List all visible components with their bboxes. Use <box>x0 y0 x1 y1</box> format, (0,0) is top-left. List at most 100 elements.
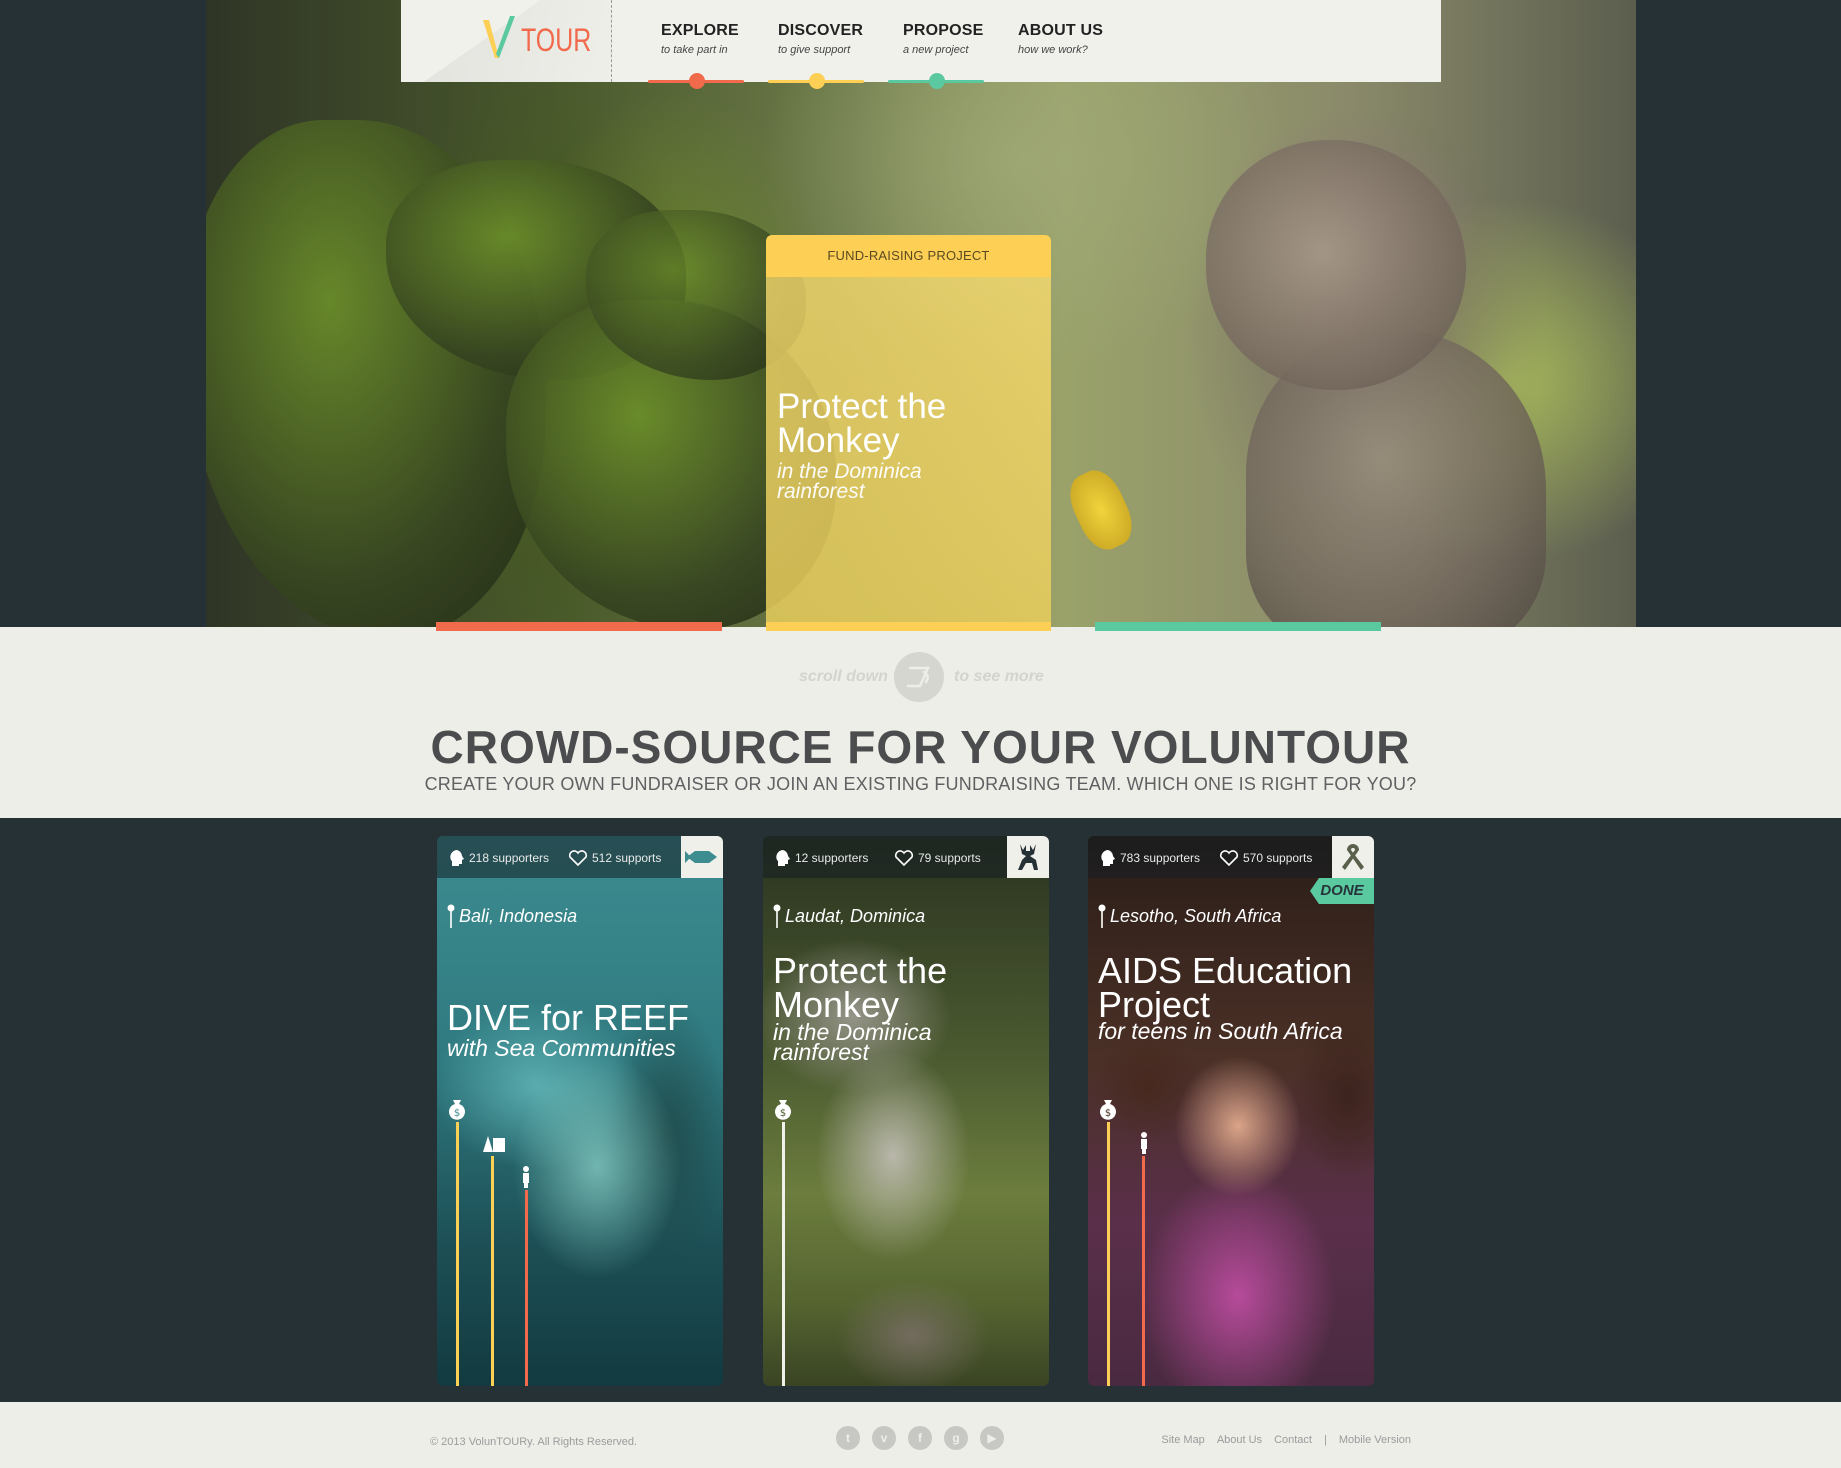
card-subtitle: in the Dominica rainforest <box>773 1019 932 1065</box>
nav-explore-title: EXPLORE <box>661 22 739 39</box>
logo-v-icon <box>483 16 515 58</box>
deer-icon <box>1007 836 1049 878</box>
card-title: DIVE for REEF <box>447 997 690 1038</box>
card-title: Protect the Monkey <box>773 950 948 1025</box>
supports-stat: 512 supports <box>568 849 661 867</box>
volunteer-timeline <box>525 1190 528 1386</box>
volunteer-timeline <box>1142 1156 1145 1386</box>
nav-explore-dot <box>689 73 705 89</box>
supplies-icon <box>483 1136 505 1152</box>
hero-slide-bar-green[interactable] <box>1095 622 1381 631</box>
pin-icon <box>1098 904 1106 928</box>
card-location: Laudat, Dominica <box>773 904 925 928</box>
person-icon <box>1141 1132 1147 1154</box>
nav-about-sub: how we work? <box>1018 44 1088 56</box>
hero-project-card[interactable]: FUND-RAISING PROJECT Protect the Monkey … <box>766 235 1051 626</box>
footer: © 2013 VolunTOURy. All Rights Reserved. … <box>0 1402 1841 1468</box>
card-stats-bar: 783 supporters 570 supports <box>1088 836 1374 878</box>
fish-icon <box>681 836 723 878</box>
nav-discover-dot <box>809 73 825 89</box>
card-location-text: Bali, Indonesia <box>459 905 578 926</box>
card-subtitle: for teens in South Africa <box>1098 1018 1343 1044</box>
nav-propose-title: PROPOSE <box>903 22 984 39</box>
project-card-aids[interactable]: 783 supporters 570 supports DONE Lesotho… <box>1088 836 1374 1386</box>
project-card-reef[interactable]: 218 supporters 512 supports Bali, Indone… <box>437 836 723 1386</box>
supports-stat: 570 supports <box>1219 849 1312 867</box>
supporters-stat: 12 supporters <box>775 849 868 867</box>
svg-text:$: $ <box>454 1108 460 1119</box>
svg-text:$: $ <box>1105 1108 1111 1119</box>
top-navbar: TOUR EXPLORE to take part in DISCOVER to… <box>401 0 1441 82</box>
nav-discover-title: DISCOVER <box>778 22 864 39</box>
ribbon-icon <box>1332 836 1374 878</box>
google-plus-icon[interactable]: g <box>944 1426 968 1450</box>
hero-card-body: Protect the Monkey in the Dominica rainf… <box>766 277 1051 626</box>
card-location-text: Laudat, Dominica <box>785 905 926 926</box>
nav-discover-sub: to give support <box>778 44 851 56</box>
footer-link-contact[interactable]: Contact <box>1274 1434 1312 1446</box>
nav-propose-dot <box>929 73 945 89</box>
projects-section: 218 supporters 512 supports Bali, Indone… <box>0 818 1841 1402</box>
pin-icon <box>773 904 781 928</box>
nav-propose[interactable]: PROPOSE a new project <box>903 22 984 56</box>
person-icon <box>523 1166 529 1188</box>
section-subheadline: CREATE YOUR OWN FUNDRAISER OR JOIN AN EX… <box>424 774 1417 794</box>
nav-about-title: ABOUT US <box>1018 22 1104 39</box>
card-location: Lesotho, South Africa <box>1098 904 1281 928</box>
funding-timeline <box>456 1122 459 1386</box>
supports-stat: 79 supports <box>894 849 981 867</box>
twitter-icon[interactable]: t <box>836 1426 860 1450</box>
facebook-icon[interactable]: f <box>908 1426 932 1450</box>
supporters-stat: 783 supporters <box>1100 849 1200 867</box>
hero-card-title: Protect the Monkey <box>777 387 947 460</box>
social-links: t v f g ▶ <box>836 1426 1004 1450</box>
funding-timeline <box>1107 1122 1110 1386</box>
supporters-count: 783 supporters <box>1120 851 1201 865</box>
money-bag-icon: $ <box>775 1100 791 1120</box>
hero-card-subtitle: in the Dominica rainforest <box>777 460 922 503</box>
scroll-down-button[interactable] <box>894 652 944 702</box>
scroll-icon <box>906 666 930 688</box>
supports-count: 512 supports <box>592 851 662 865</box>
supporters-count: 218 supporters <box>469 851 550 865</box>
card-stats-bar: 12 supporters 79 supports <box>763 836 1049 878</box>
supporter-head-icon <box>1101 850 1115 866</box>
hero-card-label: FUND-RAISING PROJECT <box>766 235 1051 277</box>
nav-discover[interactable]: DISCOVER to give support <box>778 22 863 56</box>
logo-text: TOUR <box>521 22 592 58</box>
nav-explore[interactable]: EXPLORE to take part in <box>661 22 739 56</box>
card-title: AIDS Education Project <box>1098 950 1353 1025</box>
youtube-icon[interactable]: ▶ <box>980 1426 1004 1450</box>
hero-slide-bar-yellow[interactable] <box>766 622 1051 631</box>
nav-about[interactable]: ABOUT US how we work? <box>1018 22 1103 56</box>
scroll-hint-left: scroll down <box>799 668 888 685</box>
card-location-text: Lesotho, South Africa <box>1110 905 1282 926</box>
money-bag-icon: $ <box>449 1100 465 1120</box>
footer-link-mobile[interactable]: Mobile Version <box>1339 1434 1411 1446</box>
project-card-monkey[interactable]: 12 supporters 79 supports Laudat, Domini… <box>763 836 1049 1386</box>
supports-count: 570 supports <box>1243 851 1313 865</box>
footer-link-about[interactable]: About Us <box>1217 1434 1262 1446</box>
supporters-stat: 218 supporters <box>449 849 549 867</box>
logo[interactable]: TOUR <box>401 0 612 82</box>
scroll-hint: scroll down to see more <box>0 652 1841 704</box>
pin-icon <box>447 904 455 928</box>
vimeo-icon[interactable]: v <box>872 1426 896 1450</box>
nav-propose-sub: a new project <box>903 44 969 56</box>
card-subtitle: with Sea Communities <box>447 1035 676 1061</box>
section-headline: CROWD-SOURCE FOR YOUR VOLUNTOUR <box>430 721 1411 773</box>
supporter-head-icon <box>450 850 464 866</box>
footer-link-sitemap[interactable]: Site Map <box>1161 1434 1204 1446</box>
heart-icon <box>1219 850 1239 867</box>
supports-count: 79 supports <box>918 851 981 865</box>
supporter-head-icon <box>776 850 790 866</box>
card-location: Bali, Indonesia <box>447 904 577 928</box>
nav-explore-sub: to take part in <box>661 44 728 56</box>
scroll-hint-right: to see more <box>954 668 1044 685</box>
heart-icon <box>894 850 914 867</box>
money-bag-icon: $ <box>1100 1100 1116 1120</box>
svg-text:$: $ <box>780 1108 786 1119</box>
supporters-count: 12 supporters <box>795 851 869 865</box>
hero-slide-bar-red[interactable] <box>436 622 722 631</box>
card-stats-bar: 218 supporters 512 supports <box>437 836 723 878</box>
